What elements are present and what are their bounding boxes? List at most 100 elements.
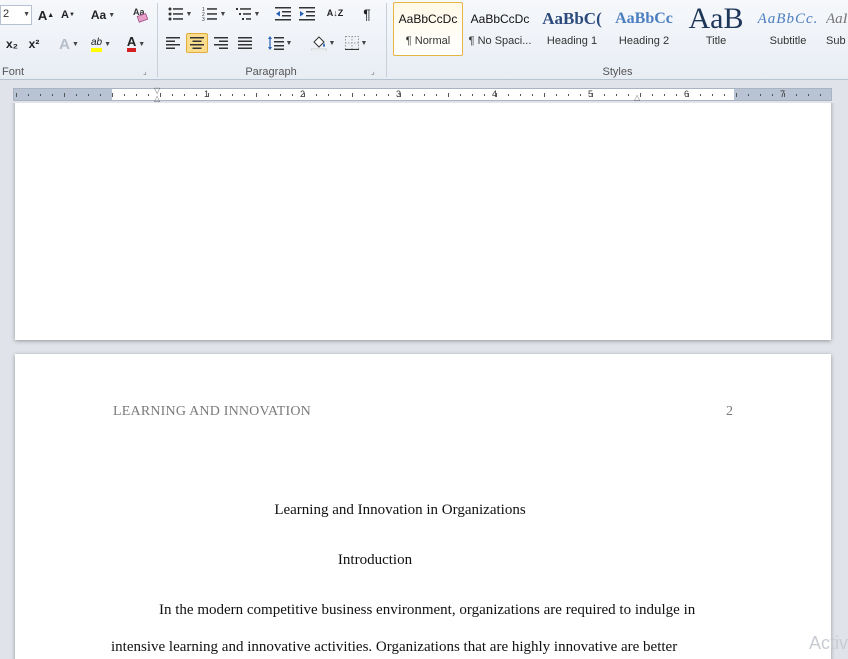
justify-button[interactable] xyxy=(234,33,256,53)
ruler-tick xyxy=(784,93,785,97)
ruler-tick xyxy=(244,94,245,96)
horizontal-ruler[interactable]: 1 2 3 4 5 6 7 ▽ △ △ xyxy=(13,86,832,103)
style-heading-2[interactable]: AaBbCc Heading 2 xyxy=(609,2,679,56)
ruler-tick xyxy=(796,94,797,96)
paint-bucket-icon xyxy=(310,36,327,51)
ruler-tick xyxy=(472,94,473,96)
chevron-down-icon: ▼ xyxy=(219,10,227,18)
ruler-tick xyxy=(352,93,353,97)
section-heading[interactable]: Introduction xyxy=(15,552,735,569)
paragraph-group: ▼ 1 2 3 ▼ ▼ A↓Z ¶ ▼ ▼ ▼ Paragraph ⌟ xyxy=(158,0,384,80)
align-right-button[interactable] xyxy=(210,33,232,53)
running-header[interactable]: LEARNING AND INNOVATION xyxy=(113,404,311,420)
increase-indent-button[interactable] xyxy=(296,4,318,24)
ruler-tick xyxy=(652,94,653,96)
document-title[interactable]: Learning and Innovation in Organizations xyxy=(15,502,785,519)
style-subtle-emphasis[interactable]: AaI Sub xyxy=(825,2,848,56)
hanging-indent-icon[interactable]: △ xyxy=(154,94,160,103)
ruler-tick xyxy=(688,93,689,97)
pilcrow-icon: ¶ xyxy=(363,6,371,22)
right-indent-icon[interactable]: △ xyxy=(634,93,640,102)
ruler-tick xyxy=(508,94,509,96)
line-spacing-icon xyxy=(267,36,284,50)
align-left-button[interactable] xyxy=(162,33,184,53)
ruler-tick xyxy=(724,94,725,96)
multilevel-list-icon xyxy=(235,8,251,20)
ruler-tick xyxy=(760,94,761,96)
numbering-button[interactable]: 1 2 3 ▼ xyxy=(198,4,230,24)
superscript-button[interactable]: x² xyxy=(24,34,44,54)
shrink-font-button[interactable]: A ▼ xyxy=(58,5,78,25)
style-subtitle[interactable]: AaBbCc. Subtitle xyxy=(753,2,823,56)
paragraph-line[interactable]: intensive learning and innovative activi… xyxy=(111,639,677,656)
ruler-tick xyxy=(28,94,29,96)
ruler-tick xyxy=(772,94,773,96)
bullets-icon xyxy=(168,7,183,21)
ruler-tick xyxy=(328,94,329,96)
subscript-button[interactable]: x₂ xyxy=(2,34,22,54)
align-center-button[interactable] xyxy=(186,33,208,53)
font-size-input[interactable]: 2 ▼ xyxy=(0,5,32,25)
ruler-tick xyxy=(88,94,89,96)
ruler-tick xyxy=(532,94,533,96)
ruler-tick xyxy=(196,94,197,96)
highlighter-icon: ab xyxy=(90,37,103,52)
page-2[interactable]: LEARNING AND INNOVATION 2 Learning and I… xyxy=(15,354,831,659)
shrink-arrow-icon: ▼ xyxy=(69,12,75,18)
paragraph-dialog-launcher-icon[interactable]: ⌟ xyxy=(371,67,380,76)
chevron-down-icon: ▼ xyxy=(328,39,336,47)
bullets-button[interactable]: ▼ xyxy=(164,4,196,24)
line-spacing-button[interactable]: ▼ xyxy=(264,33,296,53)
page-number[interactable]: 2 xyxy=(726,404,733,420)
ruler-tick xyxy=(76,94,77,96)
show-formatting-button[interactable]: ¶ xyxy=(356,4,378,24)
numbering-icon: 1 2 3 xyxy=(202,7,217,21)
ruler-tick xyxy=(676,94,677,96)
ruler-tick xyxy=(316,94,317,96)
ruler-tick xyxy=(136,94,137,96)
ruler-tick xyxy=(448,93,449,97)
ruler-tick xyxy=(40,94,41,96)
style-heading-1[interactable]: AaBbC( Heading 1 xyxy=(537,2,607,56)
clear-formatting-icon: Aa xyxy=(133,7,149,23)
text-effects-button[interactable]: A ▼ xyxy=(56,34,82,54)
ruler-tick xyxy=(232,94,233,96)
highlight-button[interactable]: ab ▼ xyxy=(86,34,116,54)
chevron-down-icon: ▼ xyxy=(104,40,112,48)
style-no-spacing[interactable]: AaBbCcDc ¶ No Spaci... xyxy=(465,2,535,56)
style-normal[interactable]: AaBbCcDc ¶ Normal xyxy=(393,2,463,56)
ruler-tick xyxy=(412,94,413,96)
chevron-down-icon: ▼ xyxy=(185,10,193,18)
change-case-button[interactable]: Aa ▼ xyxy=(88,5,118,25)
clear-formatting-button[interactable]: Aa xyxy=(130,4,152,24)
ruler-tick xyxy=(292,94,293,96)
ruler-tick xyxy=(484,94,485,96)
ruler-tick xyxy=(436,94,437,96)
page-1[interactable] xyxy=(15,103,831,340)
ruler-tick xyxy=(808,94,809,96)
ruler-tick xyxy=(376,94,377,96)
justify-icon xyxy=(238,37,252,49)
ruler-tick xyxy=(592,93,593,97)
sort-button[interactable]: A↓Z xyxy=(324,3,346,23)
ruler-tick xyxy=(64,93,65,97)
shading-button[interactable]: ▼ xyxy=(308,33,338,53)
ruler-tick xyxy=(700,94,701,96)
multilevel-list-button[interactable]: ▼ xyxy=(232,4,264,24)
ruler-tick xyxy=(616,94,617,96)
borders-button[interactable]: ▼ xyxy=(340,33,372,53)
decrease-indent-button[interactable] xyxy=(272,4,294,24)
grow-font-button[interactable]: A ▲ xyxy=(36,5,56,25)
ruler-tick xyxy=(340,94,341,96)
font-dialog-launcher-icon[interactable]: ⌟ xyxy=(143,67,152,76)
font-group: 2 ▼ A ▲ A ▼ Aa ▼ Aa x₂ x² A ▼ ab ▼ A ▼ F… xyxy=(0,0,156,80)
decrease-indent-icon xyxy=(275,7,291,21)
font-color-button[interactable]: A ▼ xyxy=(120,34,152,54)
ruler-tick xyxy=(148,94,149,96)
ruler-tick xyxy=(52,94,53,96)
paragraph-line[interactable]: In the modern competitive business envir… xyxy=(159,602,695,619)
ruler-tick xyxy=(304,93,305,97)
ruler-tick xyxy=(388,94,389,96)
style-title[interactable]: AaB Title xyxy=(681,2,751,56)
ruler-tick xyxy=(256,93,257,97)
